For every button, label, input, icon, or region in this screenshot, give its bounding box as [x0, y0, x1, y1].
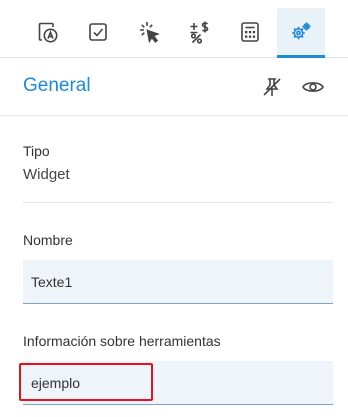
- tab-calculation[interactable]: [226, 8, 274, 55]
- tooltip-input[interactable]: ejemplo: [23, 361, 333, 405]
- section-title: General: [23, 75, 91, 96]
- name-label: Nombre: [23, 232, 73, 248]
- name-input[interactable]: Texte1: [23, 260, 333, 304]
- section-header: General: [0, 59, 348, 116]
- name-input-value: Texte1: [31, 274, 73, 290]
- pin-off-icon[interactable]: [259, 74, 285, 100]
- click-cursor-icon: [140, 21, 160, 43]
- gears-icon: [292, 22, 311, 39]
- calculator-icon: [241, 21, 259, 42]
- divider: [23, 202, 333, 203]
- eye-icon[interactable]: [300, 74, 326, 100]
- tooltip-input-value: ejemplo: [31, 375, 81, 391]
- plus-minus-dollar-percent-icon: [190, 21, 209, 44]
- tab-general-settings[interactable]: [277, 8, 325, 58]
- tab-validation[interactable]: [74, 8, 122, 55]
- tooltip-label: Información sobre herramientas: [23, 333, 221, 349]
- checkbox-icon: [89, 22, 107, 41]
- tab-label-settings[interactable]: [24, 8, 72, 55]
- tab-number-format[interactable]: [176, 8, 224, 55]
- type-value: Widget: [23, 166, 70, 183]
- type-label: Tipo: [23, 143, 50, 159]
- document-letter-icon: [38, 22, 58, 42]
- properties-toolbar: [0, 0, 348, 58]
- tab-actions[interactable]: [125, 8, 173, 55]
